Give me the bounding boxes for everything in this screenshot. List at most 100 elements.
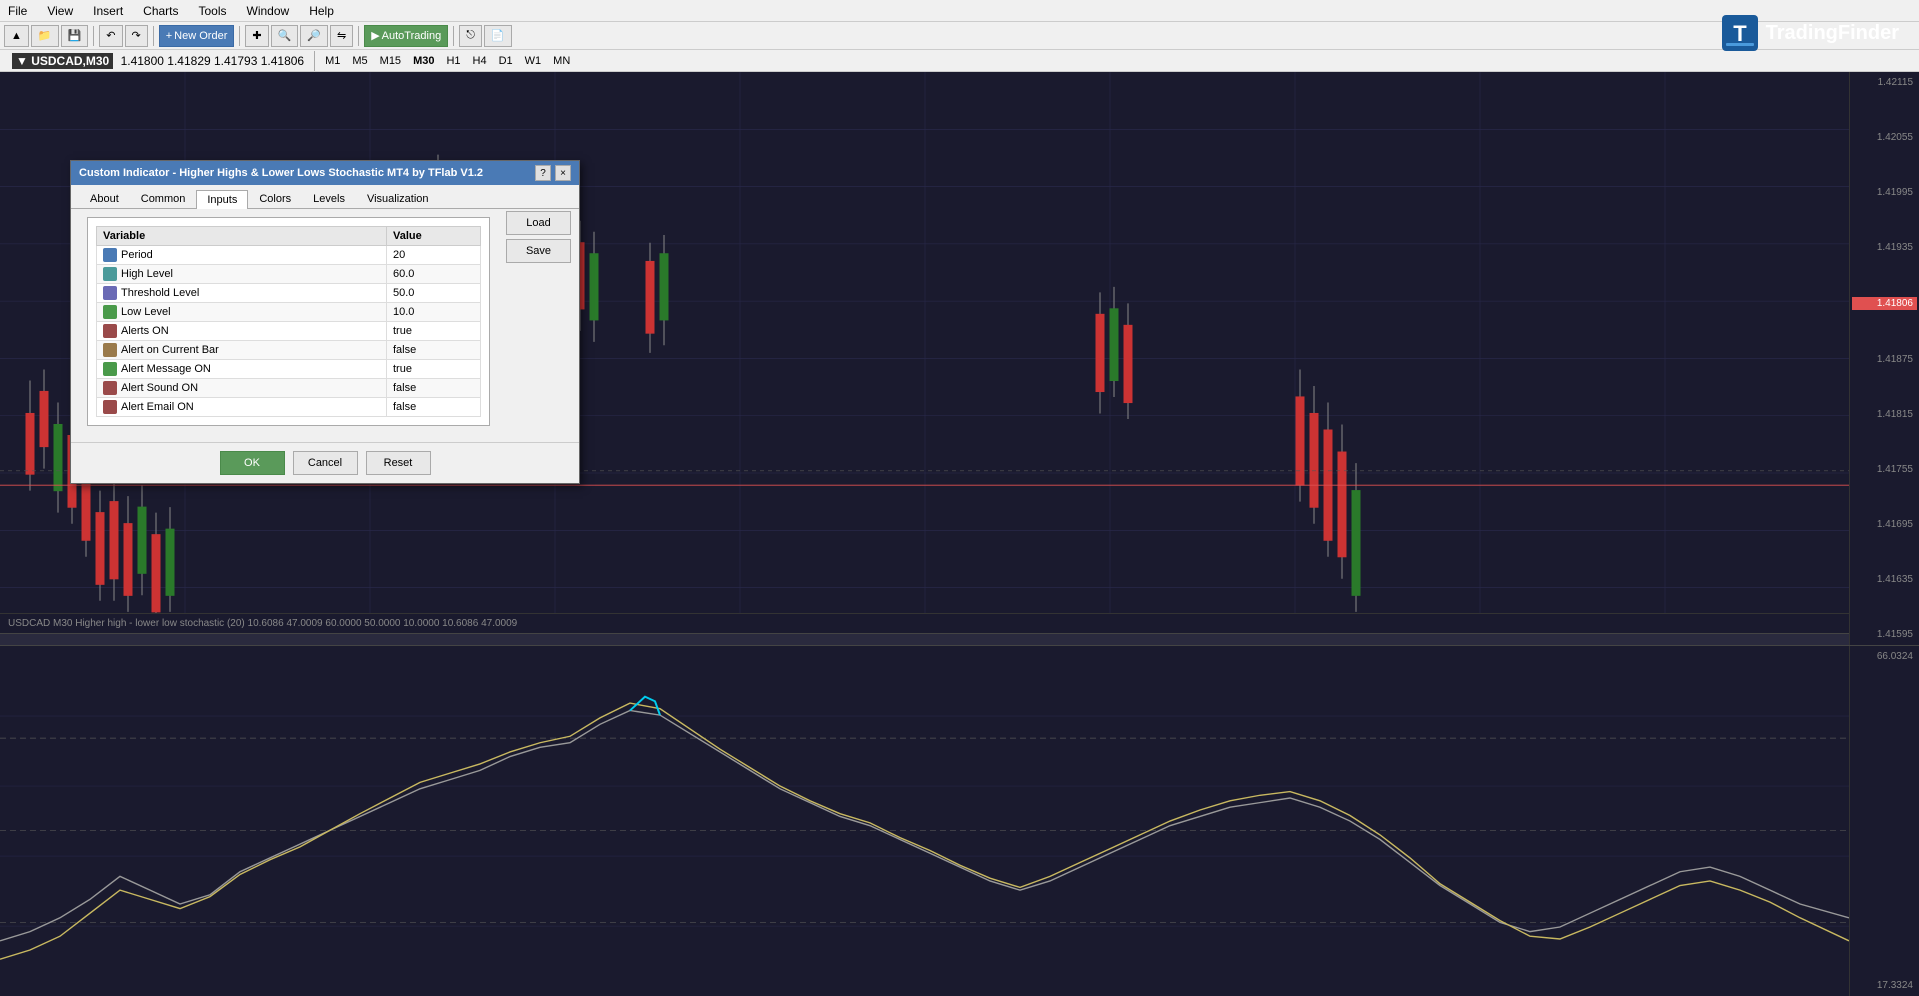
tf-m1[interactable]: M1 (320, 54, 345, 68)
tab-visualization[interactable]: Visualization (356, 189, 440, 208)
toolbar-templates[interactable]: 📄 (484, 25, 512, 47)
row-icon (103, 248, 117, 262)
sep1 (93, 26, 94, 46)
timeframe-bar: ▼ USDCAD,M30 1.41800 1.41829 1.41793 1.4… (0, 50, 1919, 72)
tf-h4[interactable]: H4 (468, 54, 492, 68)
value-cell: false (387, 398, 481, 417)
tf-m15[interactable]: M15 (375, 54, 406, 68)
row-icon (103, 362, 117, 376)
tf-h1[interactable]: H1 (441, 54, 465, 68)
tf-mn[interactable]: MN (548, 54, 575, 68)
sep2 (153, 26, 154, 46)
value-cell: true (387, 322, 481, 341)
variable-cell: Alerts ON (97, 322, 387, 341)
sub-price-bottom: 17.3324 (1852, 980, 1917, 991)
value-cell: false (387, 379, 481, 398)
row-icon (103, 381, 117, 395)
ok-button[interactable]: OK (220, 451, 285, 475)
menu-charts[interactable]: Charts (139, 4, 182, 18)
table-row[interactable]: Threshold Level50.0 (97, 284, 481, 303)
toolbar-new[interactable]: ▲ (4, 25, 29, 47)
row-icon (103, 400, 117, 414)
table-row[interactable]: Alerts ONtrue (97, 322, 481, 341)
tab-about[interactable]: About (79, 189, 130, 208)
autotrading-button[interactable]: ▶ AutoTrading (364, 25, 448, 47)
menu-help[interactable]: Help (305, 4, 338, 18)
variable-cell: High Level (97, 265, 387, 284)
variable-cell: Threshold Level (97, 284, 387, 303)
toolbar-open[interactable]: 📁 (31, 25, 59, 47)
save-button[interactable]: Save (506, 239, 571, 263)
menu-view[interactable]: View (43, 4, 77, 18)
reset-button[interactable]: Reset (366, 451, 431, 475)
tf-m30[interactable]: M30 (408, 54, 439, 68)
dialog-close-button[interactable]: × (555, 165, 571, 181)
variable-cell: Alert Sound ON (97, 379, 387, 398)
variable-cell: Alert Message ON (97, 360, 387, 379)
toolbar-redo[interactable]: ↷ (125, 25, 148, 47)
value-cell: true (387, 360, 481, 379)
sub-chart[interactable]: 66.0324 17.3324 (0, 645, 1919, 996)
horizontal-scrollbar[interactable] (0, 633, 1849, 645)
toolbar: ▲ 📁 💾 ↶ ↷ + New Order ✚ 🔍 🔎 ⇋ ▶ AutoTrad… (0, 22, 1919, 50)
price-label-7: 1.41755 (1852, 464, 1917, 475)
table-row[interactable]: Alert Email ONfalse (97, 398, 481, 417)
toolbar-zoomout[interactable]: 🔎 (300, 25, 328, 47)
price-label-6: 1.41815 (1852, 409, 1917, 420)
tab-inputs[interactable]: Inputs (196, 190, 248, 209)
price-label-8: 1.41695 (1852, 519, 1917, 530)
sub-price-top: 66.0324 (1852, 651, 1917, 662)
tf-w1[interactable]: W1 (520, 54, 547, 68)
price-label-3: 1.41995 (1852, 187, 1917, 198)
menu-file[interactable]: File (4, 4, 31, 18)
menu-window[interactable]: Window (243, 4, 294, 18)
tf-d1[interactable]: D1 (494, 54, 518, 68)
toolbar-indicators[interactable]: ⎋ (459, 25, 482, 47)
dialog-titlebar[interactable]: Custom Indicator - Higher Highs & Lower … (71, 161, 579, 185)
new-order-button[interactable]: + New Order (159, 25, 235, 47)
toolbar-undo[interactable]: ↶ (99, 25, 122, 47)
price-label-4: 1.41935 (1852, 242, 1917, 253)
table-row[interactable]: Alert on Current Barfalse (97, 341, 481, 360)
dialog-title: Custom Indicator - Higher Highs & Lower … (79, 167, 483, 179)
variable-cell: Period (97, 246, 387, 265)
price-label-10: 1.41595 (1852, 629, 1917, 640)
variable-cell: Low Level (97, 303, 387, 322)
status-text: USDCAD M30 Higher high - lower low stoch… (8, 618, 517, 629)
menu-insert[interactable]: Insert (89, 4, 127, 18)
dialog-footer: OK Cancel Reset (71, 442, 579, 483)
toolbar-save[interactable]: 💾 (61, 25, 89, 47)
autotrading-label: AutoTrading (382, 30, 442, 42)
logo-area: T TradingFinder (1722, 15, 1899, 51)
table-row[interactable]: High Level60.0 (97, 265, 481, 284)
toolbar-crosshair[interactable]: ✚ (245, 25, 268, 47)
dialog-help-button[interactable]: ? (535, 165, 551, 181)
tf-m5[interactable]: M5 (347, 54, 372, 68)
symbol-price-info: ▼ USDCAD,M30 1.41800 1.41829 1.41793 1.4… (12, 54, 304, 68)
new-order-label: New Order (174, 30, 227, 42)
dialog-main-area: Variable Value Period20High Level60.0Thr… (71, 209, 579, 442)
col-variable: Variable (97, 227, 387, 246)
dialog-content: Variable Value Period20High Level60.0Thr… (87, 217, 490, 426)
price-label-9: 1.41635 (1852, 574, 1917, 585)
tab-common[interactable]: Common (130, 189, 197, 208)
toolbar-zoomin[interactable]: 🔍 (271, 25, 299, 47)
cancel-button[interactable]: Cancel (293, 451, 358, 475)
table-row[interactable]: Alert Message ONtrue (97, 360, 481, 379)
row-icon (103, 305, 117, 319)
table-row[interactable]: Period20 (97, 246, 481, 265)
dialog-controls: ? × (535, 165, 571, 181)
table-row[interactable]: Low Level10.0 (97, 303, 481, 322)
sub-price-scale: 66.0324 17.3324 (1849, 646, 1919, 996)
indicator-dialog[interactable]: Custom Indicator - Higher Highs & Lower … (70, 160, 580, 484)
toolbar-autoscroll[interactable]: ⇋ (330, 25, 353, 47)
logo-text: TradingFinder (1766, 22, 1899, 45)
symbol-prices: 1.41800 1.41829 1.41793 1.41806 (121, 54, 305, 68)
table-row[interactable]: Alert Sound ONfalse (97, 379, 481, 398)
tab-levels[interactable]: Levels (302, 189, 356, 208)
menu-tools[interactable]: Tools (195, 4, 231, 18)
load-button[interactable]: Load (506, 211, 571, 235)
tab-colors[interactable]: Colors (248, 189, 302, 208)
price-scale: 1.42115 1.42055 1.41995 1.41935 1.41806 … (1849, 72, 1919, 645)
col-value: Value (387, 227, 481, 246)
